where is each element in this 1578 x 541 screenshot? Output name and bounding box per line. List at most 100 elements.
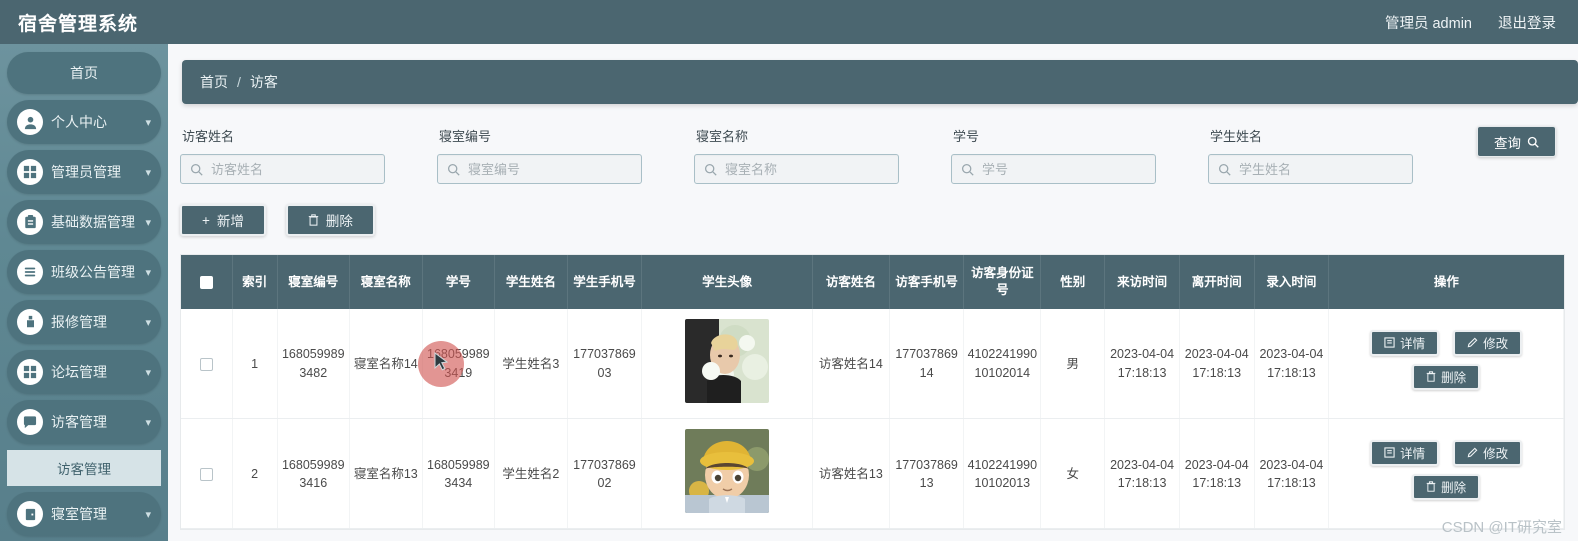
search-button-label: 查询 <box>1494 135 1521 151</box>
row-checkbox[interactable] <box>199 467 213 481</box>
dorm-no-input-wrap[interactable] <box>437 154 642 184</box>
dorm-name-input-wrap[interactable] <box>694 154 899 184</box>
sidebar-item-personal-center[interactable]: 个人中心 ▾ <box>7 100 161 144</box>
document-icon <box>1384 447 1395 458</box>
sidebar-item-label: 论坛管理 <box>51 364 107 380</box>
avatar[interactable] <box>685 429 770 514</box>
detail-button[interactable]: 详情 <box>1370 439 1440 466</box>
sidebar-item-repair-manage[interactable]: 报修管理 ▾ <box>7 300 161 344</box>
filter-field-dorm-no: 寝室编号 <box>437 126 694 184</box>
cell-visit-time: 2023-04-04 17:18:13 <box>1104 309 1180 420</box>
sidebar-subitem-visitor-manage[interactable]: 访客管理 <box>7 450 161 486</box>
current-user-label: 管理员 admin <box>1384 15 1472 32</box>
sidebar-item-dorm-manage[interactable]: 寝室管理 ▾ <box>7 492 161 536</box>
select-all-checkbox[interactable] <box>199 275 213 289</box>
row-delete-button[interactable]: 删除 <box>1412 363 1481 390</box>
operations-row-bottom: 删除 <box>1333 473 1559 500</box>
col-gender: 性别 <box>1040 255 1106 309</box>
cell-dorm-no: 1680599893482 <box>277 309 351 420</box>
row-delete-button[interactable]: 删除 <box>1412 473 1481 500</box>
sidebar-item-forum-manage[interactable]: 论坛管理 ▾ <box>7 350 161 394</box>
dorm-name-input[interactable] <box>723 160 883 178</box>
filter-label: 寝室名称 <box>696 129 749 144</box>
table-row: 1 1680599893482 寝室名称14 1680599893419 学生姓… <box>181 309 1564 420</box>
table-header-row: 索引 寝室编号 寝室名称 学号 学生姓名 学生手机号 学生头像 访客姓名 访客手… <box>181 255 1564 309</box>
trash-icon <box>1426 371 1436 382</box>
search-icon <box>704 163 717 176</box>
sidebar-item-label: 班级公告管理 <box>51 264 135 280</box>
cell-visitor-phone: 17703786914 <box>889 309 965 420</box>
edit-button[interactable]: 修改 <box>1453 329 1523 356</box>
sidebar-item-label: 管理员管理 <box>51 164 121 180</box>
col-leave-time: 离开时间 <box>1179 255 1255 309</box>
filter-field-student-name: 学生姓名 <box>1208 126 1465 184</box>
detail-button-label: 详情 <box>1400 447 1426 462</box>
delete-button[interactable]: 删除 <box>285 204 375 236</box>
edit-button[interactable]: 修改 <box>1453 439 1523 466</box>
sidebar-item-base-data-manage[interactable]: 基础数据管理 ▾ <box>7 200 161 244</box>
cell-visitor-id: 410224199010102014 <box>963 309 1042 420</box>
logout-button[interactable]: 退出登录 <box>1498 12 1556 33</box>
dorm-no-input[interactable] <box>466 160 626 178</box>
student-no-input-wrap[interactable] <box>951 154 1156 184</box>
filter-bar: 访客姓名 寝室编号 寝室名称 <box>180 126 1578 184</box>
search-icon <box>447 163 460 176</box>
cell-student-phone: 17703786903 <box>567 309 643 420</box>
detail-button[interactable]: 详情 <box>1370 329 1440 356</box>
breadcrumb-home[interactable]: 首页 <box>200 72 228 92</box>
cell-student-phone: 17703786902 <box>567 418 643 530</box>
filter-label: 寝室编号 <box>439 129 492 144</box>
student-name-input[interactable] <box>1237 160 1397 178</box>
student-name-input-wrap[interactable] <box>1208 154 1413 184</box>
avatar-image-1 <box>685 319 770 403</box>
row-checkbox[interactable] <box>199 357 213 371</box>
add-button-label: 新增 <box>216 214 244 229</box>
operations-row-top: 详情 修改 <box>1333 439 1559 466</box>
clipboard-icon <box>17 209 43 235</box>
breadcrumb-separator: / <box>237 74 241 90</box>
add-button[interactable]: + 新增 <box>180 204 266 236</box>
avatar[interactable] <box>685 319 770 403</box>
table-body: 1 1680599893482 寝室名称14 1680599893419 学生姓… <box>181 309 1564 530</box>
cell-operations: 详情 修改 删除 <box>1328 418 1564 530</box>
wrench-icon <box>17 309 43 335</box>
sidebar-subitem-label: 访客管理 <box>57 462 111 477</box>
cell-index: 2 <box>232 418 278 530</box>
cell-student-avatar <box>641 309 813 420</box>
sidebar-item-admin-manage[interactable]: 管理员管理 ▾ <box>7 150 161 194</box>
cell-visitor-name: 访客姓名13 <box>812 418 890 530</box>
app-root: 宿舍管理系统 管理员 admin 退出登录 首页 个人中心 ▾ 管理员管理 ▾ <box>0 0 1578 541</box>
search-icon <box>190 163 203 176</box>
table-row: 2 1680599893416 寝室名称13 1680599893434 学生姓… <box>181 418 1564 530</box>
pencil-icon <box>1467 447 1478 458</box>
visitor-name-input-wrap[interactable] <box>180 154 385 184</box>
cell-operations: 详情 修改 删除 <box>1328 309 1564 420</box>
chevron-down-icon: ▾ <box>145 366 151 379</box>
chevron-down-icon: ▾ <box>145 416 151 429</box>
visitor-name-input[interactable] <box>209 160 369 178</box>
trash-icon <box>1426 481 1436 492</box>
col-operations: 操作 <box>1328 255 1564 309</box>
list-icon <box>17 259 43 285</box>
edit-button-label: 修改 <box>1483 337 1509 352</box>
top-bar-right: 管理员 admin 退出登录 <box>1385 12 1578 33</box>
sidebar-item-class-notice-manage[interactable]: 班级公告管理 ▾ <box>7 250 161 294</box>
user-icon <box>17 109 43 135</box>
sidebar-item-visitor-manage[interactable]: 访客管理 ▾ <box>7 400 161 444</box>
row-select-cell <box>181 309 233 420</box>
cell-dorm-name: 寝室名称13 <box>349 418 423 530</box>
chevron-down-icon: ▾ <box>145 266 151 279</box>
trash-icon <box>308 214 319 226</box>
sidebar-item-home[interactable]: 首页 <box>7 52 161 94</box>
cell-gender: 男 <box>1040 309 1106 420</box>
row-delete-button-label: 删除 <box>1441 371 1467 386</box>
student-no-input[interactable] <box>980 160 1140 178</box>
filter-field-student-no: 学号 <box>951 126 1208 184</box>
operations-row-bottom: 删除 <box>1333 363 1559 390</box>
col-dorm-no: 寝室编号 <box>277 255 351 309</box>
col-dorm-name: 寝室名称 <box>349 255 423 309</box>
door-icon <box>17 501 43 527</box>
col-visitor-phone: 访客手机号 <box>889 255 965 309</box>
data-table-container: 索引 寝室编号 寝室名称 学号 学生姓名 学生手机号 学生头像 访客姓名 访客手… <box>180 254 1565 531</box>
search-button[interactable]: 查询 <box>1477 126 1556 157</box>
